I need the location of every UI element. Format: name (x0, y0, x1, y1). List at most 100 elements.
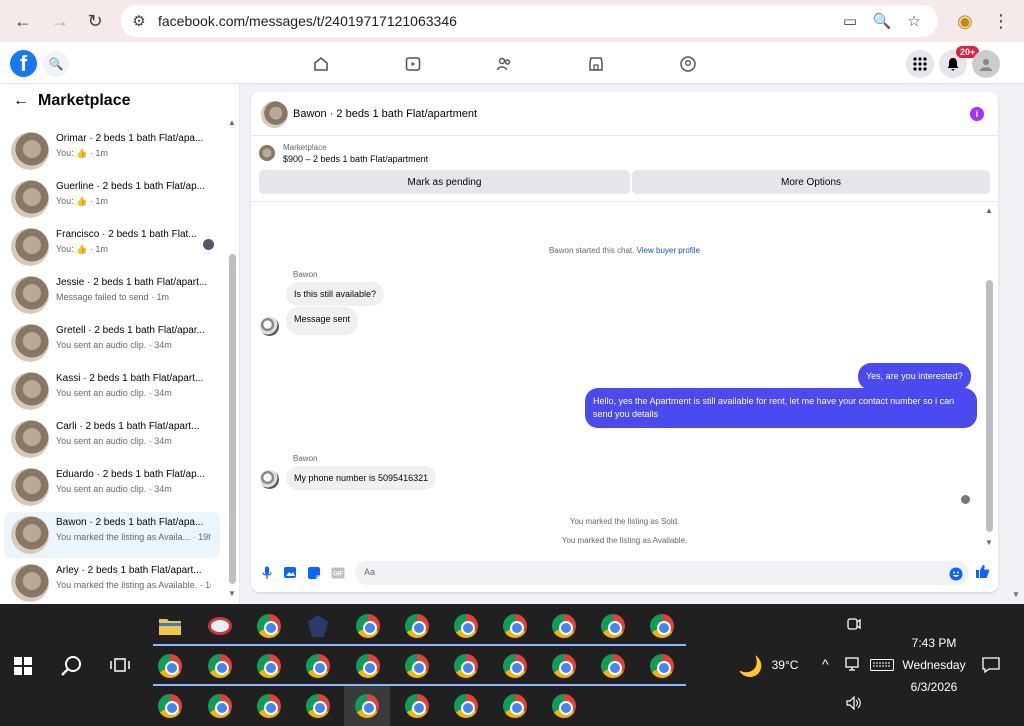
conversation-item[interactable]: Orimar · 2 beds 1 bath Flat/apa... You: … (4, 128, 220, 174)
chrome-icon[interactable] (153, 649, 187, 683)
home-icon[interactable] (310, 54, 332, 74)
chrome-icon[interactable] (547, 649, 581, 683)
chrome-icon[interactable] (301, 649, 335, 683)
windows-start-icon[interactable] (14, 657, 32, 680)
conversation-item[interactable]: Carli · 2 beds 1 bath Flat/apart... You … (4, 416, 220, 462)
chrome-icon[interactable] (252, 609, 286, 643)
zoom-icon[interactable]: 🔍 (872, 11, 892, 31)
chrome-icon[interactable] (400, 609, 434, 643)
chrome-icon[interactable] (449, 649, 483, 683)
address-bar[interactable]: ⚙ facebook.com/messages/t/24019717121063… (121, 5, 938, 37)
app-icon[interactable] (203, 609, 237, 643)
notification-center-icon[interactable] (982, 656, 1000, 679)
chat-title[interactable]: Bawon · 2 beds 1 bath Flat/apartment (293, 108, 477, 120)
chrome-icon[interactable] (449, 689, 483, 723)
outgoing-message[interactable]: Hello, yes the Apartment is still availa… (585, 388, 977, 428)
view-buyer-profile-link[interactable]: View buyer profile (637, 246, 700, 255)
facebook-logo-icon[interactable]: f (10, 50, 37, 77)
chrome-icon[interactable] (547, 609, 581, 643)
chrome-icon[interactable] (203, 689, 237, 723)
reload-icon[interactable]: ↻ (81, 7, 109, 35)
gif-icon[interactable]: GIF (330, 565, 345, 580)
back-icon[interactable]: ← (9, 7, 37, 35)
chrome-icon[interactable] (203, 649, 237, 683)
chrome-icon[interactable] (596, 609, 630, 643)
video-icon[interactable] (402, 54, 424, 74)
conversation-item[interactable]: Arley · 2 beds 1 bath Flat/apart... You … (4, 560, 220, 606)
profile-icon[interactable]: ◉ (951, 7, 979, 35)
marketplace-icon[interactable] (585, 54, 607, 74)
conversation-item[interactable]: Jessie · 2 beds 1 bath Flat/apart... Mes… (4, 272, 220, 318)
network-icon[interactable] (845, 656, 863, 677)
weather-temperature[interactable]: 39°C (768, 658, 802, 672)
chat-listing-thumbnail[interactable] (261, 101, 288, 128)
chat-scrollbar[interactable] (986, 280, 993, 532)
meet-now-icon[interactable] (846, 616, 862, 637)
menu-grid-icon[interactable] (906, 50, 934, 78)
clock-day[interactable]: Wednesday (898, 658, 970, 672)
chrome-icon[interactable] (449, 609, 483, 643)
conversation-item[interactable]: Guerline · 2 beds 1 bath Flat/ap... You:… (4, 176, 220, 222)
chrome-icon[interactable] (351, 609, 385, 643)
chrome-icon-active[interactable] (344, 686, 390, 726)
app-icon[interactable] (301, 609, 335, 643)
incoming-message[interactable]: Is this still available? (286, 282, 385, 306)
clock-time[interactable]: 7:43 PM (898, 636, 970, 650)
scroll-down-arrow-icon[interactable]: ▼ (228, 589, 236, 598)
emoji-icon[interactable] (948, 566, 963, 581)
bookmark-star-icon[interactable]: ☆ (904, 11, 924, 31)
weather-moon-icon[interactable]: 🌙 (738, 654, 763, 679)
incoming-message[interactable]: Message sent (286, 307, 359, 335)
chrome-icon[interactable] (596, 649, 630, 683)
conversation-item-active[interactable]: Bawon · 2 beds 1 bath Flat/apa... You ma… (4, 512, 220, 558)
chrome-icon[interactable] (645, 649, 679, 683)
incoming-message[interactable]: My phone number is 5095416321 (286, 466, 437, 490)
chrome-icon[interactable] (498, 609, 532, 643)
sticker-icon[interactable] (306, 565, 321, 580)
search-icon[interactable]: 🔍 (43, 51, 69, 77)
conversation-item[interactable]: Francisco · 2 beds 1 bath Flat... You: 👍… (4, 224, 220, 270)
chrome-icon[interactable] (153, 689, 187, 723)
sender-avatar[interactable] (260, 317, 279, 336)
chrome-icon[interactable] (498, 689, 532, 723)
back-arrow-icon[interactable]: ← (13, 92, 29, 110)
conversation-item[interactable]: Kassi · 2 beds 1 bath Flat/apart... You … (4, 368, 220, 414)
sender-avatar[interactable] (260, 470, 279, 489)
taskbar-search-icon[interactable] (60, 654, 84, 683)
install-app-icon[interactable]: ▭ (840, 11, 860, 31)
keyboard-icon[interactable] (870, 658, 894, 676)
chrome-icon[interactable] (252, 649, 286, 683)
chrome-icon[interactable] (645, 609, 679, 643)
chrome-icon[interactable] (498, 649, 532, 683)
chrome-icon[interactable] (400, 649, 434, 683)
conversation-item[interactable]: Eduardo · 2 beds 1 bath Flat/ap... You s… (4, 464, 220, 510)
photo-icon[interactable] (282, 565, 297, 580)
chrome-icon[interactable] (400, 689, 434, 723)
site-info-icon[interactable]: ⚙ (129, 11, 149, 31)
conversation-item[interactable]: Gretell · 2 beds 1 bath Flat/apar... You… (4, 320, 220, 366)
volume-icon[interactable] (846, 695, 862, 715)
chrome-icon[interactable] (547, 689, 581, 723)
scroll-up-arrow-icon[interactable]: ▲ (228, 118, 236, 127)
more-options-button[interactable]: More Options (632, 170, 990, 194)
clock-date[interactable]: 6/3/2026 (898, 680, 970, 694)
account-avatar-icon[interactable] (972, 50, 1000, 78)
message-input[interactable]: Aa (355, 561, 969, 585)
menu-kebab-icon[interactable]: ⋮ (987, 7, 1015, 35)
page-scroll-down-icon[interactable]: ▼ (1012, 590, 1020, 599)
sidebar-scrollbar[interactable] (229, 254, 236, 584)
chat-scroll-down-icon[interactable]: ▼ (985, 538, 993, 547)
file-explorer-icon[interactable] (153, 609, 187, 643)
microphone-icon[interactable] (259, 565, 274, 580)
show-hidden-icons-chevron-icon[interactable]: ^ (822, 656, 829, 672)
url-text[interactable]: facebook.com/messages/t/2401971712106334… (158, 13, 457, 29)
chrome-icon[interactable] (351, 649, 385, 683)
mark-as-pending-button[interactable]: Mark as pending (259, 170, 630, 194)
groups-icon[interactable] (677, 54, 699, 74)
outgoing-message[interactable]: Yes, are you interested? (858, 363, 971, 390)
chrome-icon[interactable] (301, 689, 335, 723)
like-thumbs-up-icon[interactable] (975, 564, 990, 579)
chat-scroll-up-icon[interactable]: ▲ (985, 206, 993, 215)
friends-icon[interactable] (493, 54, 515, 74)
task-view-icon[interactable] (110, 656, 130, 679)
